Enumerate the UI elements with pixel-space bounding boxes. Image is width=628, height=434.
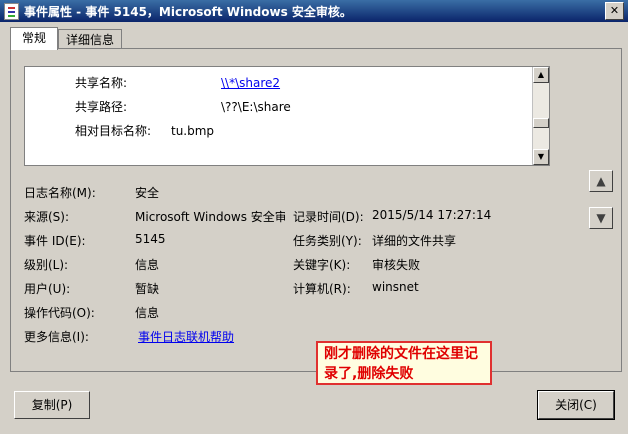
scroll-down-icon[interactable]: ▼ bbox=[533, 149, 549, 165]
close-window-button[interactable]: ✕ bbox=[605, 2, 624, 20]
annotation-callout: 刚才删除的文件在这里记录了,删除失败 bbox=[316, 341, 492, 385]
computer-label: 计算机(R): bbox=[293, 282, 351, 296]
level-value: 信息 bbox=[135, 258, 160, 272]
online-help-link[interactable]: 事件日志联机帮助 bbox=[138, 328, 234, 345]
task-category-label: 任务类别(Y): bbox=[293, 234, 362, 248]
share-path-label: 共享路径: bbox=[75, 100, 128, 114]
user-value: 暂缺 bbox=[135, 282, 160, 296]
source-label: 来源(S): bbox=[24, 210, 70, 224]
log-name-value: 安全 bbox=[135, 186, 160, 200]
logged-value: 2015/5/14 17:27:14 bbox=[372, 208, 492, 222]
opcode-value: 信息 bbox=[135, 306, 160, 320]
description-scrollbar[interactable]: ▲ ▼ bbox=[532, 67, 549, 165]
share-name-link[interactable]: \\*\share2 bbox=[221, 76, 280, 90]
keywords-label: 关键字(K): bbox=[293, 258, 351, 272]
arrow-down-icon[interactable]: ▼ bbox=[589, 207, 613, 229]
copy-button[interactable]: 复制(P) bbox=[14, 391, 90, 419]
event-id-label: 事件 ID(E): bbox=[24, 234, 86, 248]
window-title: 事件属性 - 事件 5145，Microsoft Windows 安全审核。 bbox=[24, 5, 352, 19]
title-bar: 事件属性 - 事件 5145，Microsoft Windows 安全审核。 ✕ bbox=[0, 0, 628, 22]
computer-value: winsnet bbox=[372, 280, 419, 294]
arrow-up-icon[interactable]: ▲ bbox=[589, 170, 613, 192]
relative-target-label: 相对目标名称: bbox=[75, 124, 152, 138]
opcode-label: 操作代码(O): bbox=[24, 306, 95, 320]
tab-general[interactable]: 常规 bbox=[10, 27, 58, 50]
source-value: Microsoft Windows 安全审 bbox=[135, 210, 285, 224]
share-name-label: 共享名称: bbox=[75, 76, 128, 90]
relative-target-value: tu.bmp bbox=[171, 124, 215, 138]
share-path-value: \??\E:\share bbox=[221, 100, 291, 114]
more-info-label: 更多信息(I): bbox=[24, 330, 89, 344]
detail-row-share-name: 共享名称: \\*\share2 bbox=[75, 74, 280, 91]
tab-details[interactable]: 详细信息 bbox=[58, 29, 122, 50]
detail-row-share-path: 共享路径: \??\E:\share bbox=[75, 98, 291, 115]
event-description-box[interactable]: 共享名称: \\*\share2 共享路径: \??\E:\share 相对目标名称… bbox=[24, 66, 550, 166]
event-properties-icon bbox=[4, 3, 19, 20]
close-button[interactable]: 关闭(C) bbox=[537, 390, 615, 420]
event-id-value: 5145 bbox=[135, 232, 166, 246]
task-category-value: 详细的文件共享 bbox=[372, 234, 457, 248]
log-name-label: 日志名称(M): bbox=[24, 186, 96, 200]
level-label: 级别(L): bbox=[24, 258, 69, 272]
detail-row-relative-target: 相对目标名称: tu.bmp bbox=[75, 122, 214, 139]
logged-label: 记录时间(D): bbox=[293, 210, 364, 224]
keywords-value: 审核失败 bbox=[372, 258, 421, 272]
user-label: 用户(U): bbox=[24, 282, 71, 296]
scroll-up-icon[interactable]: ▲ bbox=[533, 67, 549, 83]
scroll-thumb[interactable] bbox=[533, 118, 549, 128]
